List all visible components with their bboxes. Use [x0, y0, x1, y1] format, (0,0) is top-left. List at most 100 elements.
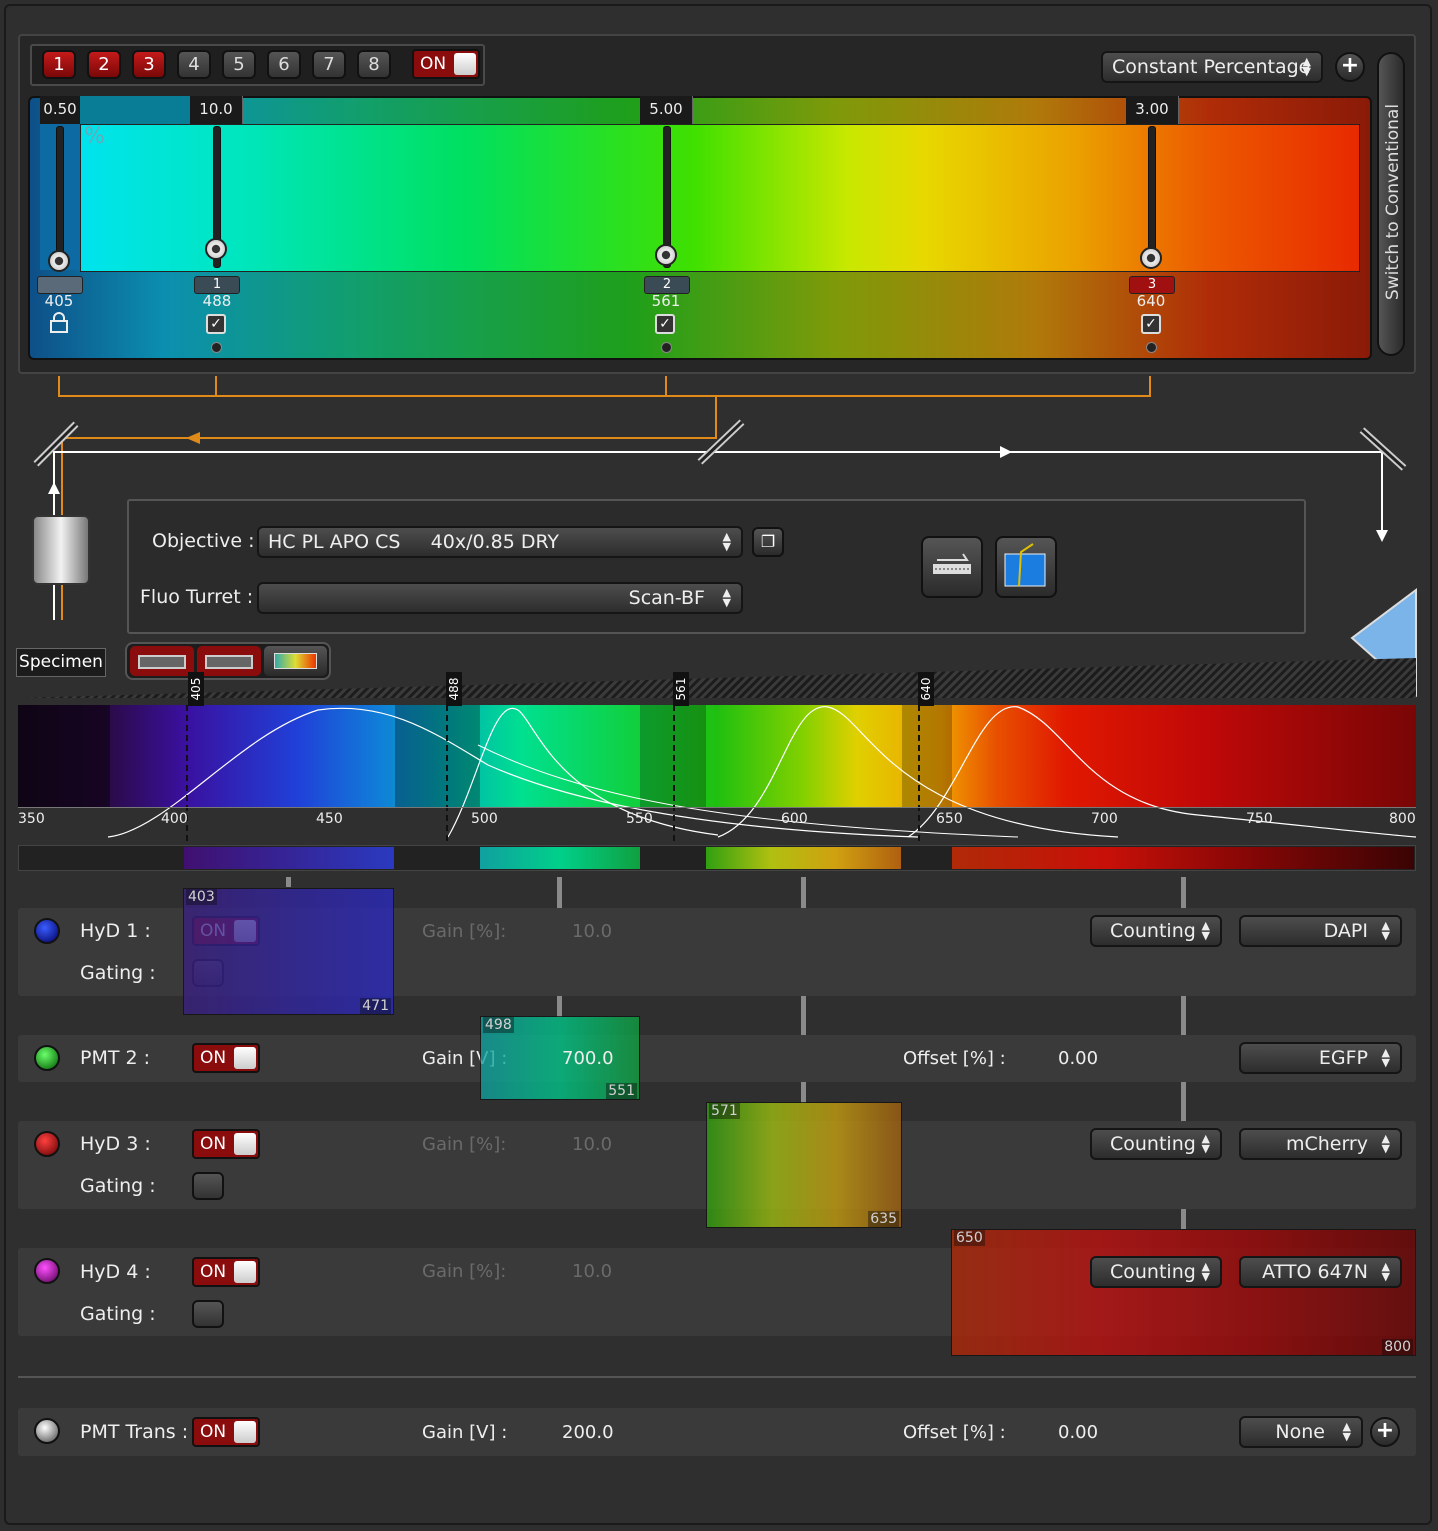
- dye-select[interactable]: ATTO 647N ▲ ▼: [1239, 1256, 1402, 1288]
- updown-icon: ▲ ▼: [1381, 1132, 1390, 1155]
- dye-select[interactable]: None ▲ ▼: [1239, 1416, 1363, 1448]
- laser-tab-3[interactable]: 3: [132, 50, 166, 79]
- offset-value[interactable]: 0.00: [1058, 1422, 1098, 1443]
- laser-value-488[interactable]: 10.0: [190, 96, 243, 124]
- laser-561-checkbox[interactable]: ✓: [655, 314, 675, 334]
- detection-range-hyd3[interactable]: 571 635: [706, 1102, 902, 1228]
- laser-640-checkbox[interactable]: ✓: [1141, 314, 1161, 334]
- dye-select[interactable]: EGFP ▲ ▼: [1239, 1042, 1402, 1074]
- detection-range-hyd1[interactable]: 403 471: [183, 888, 394, 1015]
- gain-value[interactable]: 10.0: [572, 1261, 612, 1282]
- slider-track-405[interactable]: [56, 126, 64, 268]
- excitation-marker-405: 405: [188, 672, 204, 706]
- detector-color-icon: [34, 1418, 60, 1444]
- gain-value[interactable]: 10.0: [572, 1134, 612, 1155]
- copy-icon[interactable]: ❐: [752, 527, 784, 557]
- detector-on-toggle[interactable]: ON: [192, 1043, 260, 1073]
- laser-tab-4[interactable]: 4: [177, 50, 211, 79]
- stage-settings-icon[interactable]: [921, 536, 983, 598]
- offset-value[interactable]: 0.00: [1058, 1048, 1098, 1069]
- fluo-turret-value: Scan-BF: [628, 587, 705, 609]
- gain-value[interactable]: 700.0: [562, 1048, 614, 1069]
- toggle-label: ON: [200, 1134, 227, 1154]
- gating-label: Gating :: [80, 1303, 156, 1325]
- marker-label: 561: [674, 677, 688, 701]
- laser-tab-2[interactable]: 2: [87, 50, 121, 79]
- objective-select[interactable]: HC PL APO CS 40x/0.85 DRY ▲ ▼: [257, 526, 743, 558]
- band-hyd4[interactable]: [952, 847, 1414, 869]
- gating-label: Gating :: [80, 1175, 156, 1197]
- fluo-turret-select[interactable]: Scan-BF ▲ ▼: [257, 582, 743, 614]
- detector-on-toggle[interactable]: ON: [192, 1129, 260, 1159]
- gating-label: Gating :: [80, 962, 156, 984]
- detector-name: HyD 1 :: [80, 920, 151, 942]
- range-max: 800: [1382, 1339, 1413, 1355]
- updown-icon: ▲ ▼: [722, 586, 731, 609]
- wavelength-640: 640: [1136, 292, 1166, 310]
- filter-button-2[interactable]: [197, 646, 261, 676]
- excitation-marker-640: 640: [918, 672, 934, 706]
- detector-on-toggle[interactable]: ON: [192, 1417, 260, 1447]
- add-detector-icon[interactable]: +: [1370, 1417, 1400, 1447]
- slider-knob-561[interactable]: [655, 244, 677, 266]
- objective-value: HC PL APO CS 40x/0.85 DRY: [268, 531, 560, 553]
- dye-value: mCherry: [1285, 1133, 1368, 1155]
- toggle-label: ON: [420, 54, 447, 74]
- add-laser-icon[interactable]: +: [1335, 52, 1365, 82]
- detection-range-hyd4[interactable]: 650 800: [951, 1229, 1416, 1356]
- dye-value: DAPI: [1323, 920, 1368, 942]
- toggle-label: ON: [200, 1422, 227, 1442]
- offset-label: Offset [%] :: [903, 1422, 1006, 1443]
- laser-value-405[interactable]: 0.50: [40, 96, 81, 124]
- updown-icon: ▲ ▼: [722, 530, 731, 553]
- band-pmt2[interactable]: [480, 847, 640, 869]
- slider-knob-640[interactable]: [1140, 247, 1162, 269]
- detector-mode-select[interactable]: Counting ▲ ▼: [1090, 1256, 1222, 1288]
- range-min: 498: [483, 1017, 514, 1033]
- range-max: 635: [868, 1211, 899, 1227]
- laser-tab-8[interactable]: 8: [357, 50, 391, 79]
- laser-488-checkbox[interactable]: ✓: [206, 314, 226, 334]
- gain-label: Gain [%]:: [422, 921, 507, 942]
- detector-mode-select[interactable]: Counting ▲ ▼: [1090, 1128, 1222, 1160]
- objective-lens-icon: [32, 515, 90, 585]
- indicator-dot: [661, 342, 672, 353]
- lock-icon[interactable]: [48, 312, 70, 334]
- band-hyd1[interactable]: [184, 847, 394, 869]
- laser-tab-1[interactable]: 1: [42, 50, 76, 79]
- gain-label: Gain [%]:: [422, 1261, 507, 1282]
- gating-checkbox[interactable]: [192, 1172, 224, 1200]
- laser-value-640[interactable]: 3.00: [1126, 96, 1179, 124]
- switch-to-conventional-button[interactable]: Switch to Conventional: [1377, 52, 1405, 356]
- detector-name: HyD 4 :: [80, 1261, 151, 1283]
- toggle-knob: [234, 1261, 256, 1283]
- laser-tab-6[interactable]: 6: [267, 50, 301, 79]
- gating-checkbox[interactable]: [192, 1300, 224, 1328]
- toggle-knob: [454, 53, 476, 75]
- slider-knob-488[interactable]: [205, 238, 227, 260]
- sequential-scan-icon[interactable]: [264, 646, 327, 676]
- marker-label: 405: [189, 677, 203, 701]
- laser-on-toggle[interactable]: ON: [412, 49, 480, 79]
- range-min: 403: [186, 889, 217, 905]
- laser-value-561[interactable]: 5.00: [640, 96, 693, 124]
- detector-mode-select[interactable]: Counting ▲ ▼: [1090, 915, 1222, 947]
- slider-knob-405[interactable]: [48, 250, 70, 272]
- switch-label: Switch to Conventional: [1383, 103, 1403, 301]
- detector-on-toggle[interactable]: ON: [192, 1257, 260, 1287]
- dye-value: EGFP: [1318, 1047, 1368, 1069]
- filter-button-1[interactable]: [130, 646, 194, 676]
- dye-select[interactable]: DAPI ▲ ▼: [1239, 915, 1402, 947]
- laser-tab-5[interactable]: 5: [222, 50, 256, 79]
- detector-settings-icon[interactable]: [995, 536, 1057, 598]
- detector-color-icon: [34, 918, 60, 944]
- detection-range-pmt2[interactable]: 498 551: [480, 1016, 640, 1100]
- band-hyd3[interactable]: [706, 847, 901, 869]
- range-max: 471: [360, 998, 391, 1014]
- laser-tab-7[interactable]: 7: [312, 50, 346, 79]
- wavelength-axis: [18, 807, 1416, 842]
- dye-select[interactable]: mCherry ▲ ▼: [1239, 1128, 1402, 1160]
- gain-value[interactable]: 10.0: [572, 921, 612, 942]
- laser-mode-select[interactable]: Constant Percentage ▲ ▼: [1101, 51, 1323, 83]
- gain-value[interactable]: 200.0: [562, 1422, 614, 1443]
